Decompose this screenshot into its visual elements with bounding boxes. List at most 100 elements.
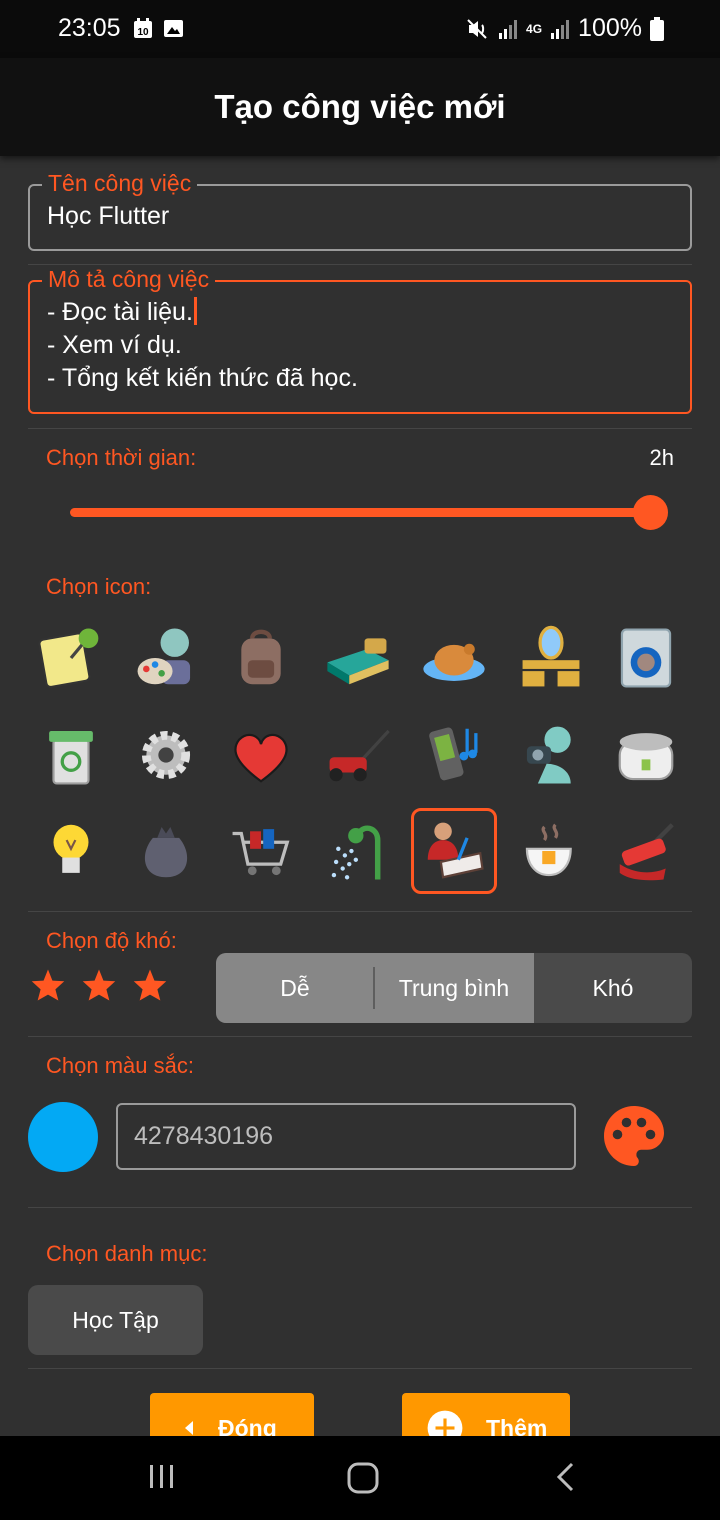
photographer-icon <box>526 726 571 784</box>
time-value: 2h <box>649 445 674 470</box>
difficulty-selector: Dễ Trung bình Khó <box>216 953 692 1023</box>
category-chip[interactable]: Học Tập <box>28 1285 203 1355</box>
mute-icon <box>467 18 487 39</box>
icon-option[interactable] <box>508 615 594 701</box>
reading-person-icon <box>427 822 484 879</box>
signal-icon-2 <box>551 19 570 39</box>
divider <box>28 1036 692 1037</box>
time-slider-thumb[interactable] <box>633 495 668 530</box>
add-circle-icon <box>427 1410 463 1436</box>
divider <box>28 264 692 265</box>
color-value-field[interactable]: 4278430196 <box>116 1103 576 1170</box>
backpack-icon <box>241 629 281 685</box>
heart-icon <box>234 733 288 783</box>
icon-option[interactable] <box>411 712 497 798</box>
icon-option[interactable] <box>508 808 594 894</box>
task-name-field[interactable]: Tên công việc Học Flutter <box>28 170 692 251</box>
difficulty-label: Chọn độ khó: <box>46 928 177 953</box>
close-label: Đóng <box>218 1414 277 1437</box>
difficulty-stars[interactable] <box>30 968 168 1002</box>
task-name-label: Tên công việc <box>42 170 198 197</box>
icon-option[interactable] <box>123 615 209 701</box>
icon-option[interactable] <box>315 615 401 701</box>
task-description-value: - Đọc tài liệu. - Xem ví dụ. - Tổng kết … <box>47 296 358 395</box>
add-button[interactable]: Thêm <box>402 1393 570 1436</box>
icon-option[interactable] <box>123 712 209 798</box>
coffee-cup-icon <box>525 823 572 877</box>
recent-apps-icon[interactable] <box>146 1460 178 1492</box>
icon-option[interactable] <box>28 615 114 701</box>
divider <box>28 428 692 429</box>
chevron-left-icon <box>185 1421 193 1435</box>
bed-icon <box>327 638 389 685</box>
close-button[interactable]: Đóng <box>150 1393 314 1436</box>
time-label: Chọn thời gian: <box>46 445 197 470</box>
sticky-note-pin-icon <box>38 628 99 689</box>
lawn-mower-icon <box>329 729 390 782</box>
palette-icon[interactable] <box>598 1100 670 1172</box>
status-right: 4G 100% <box>466 14 664 43</box>
icon-option[interactable] <box>508 712 594 798</box>
signal-icon <box>499 19 518 39</box>
vanity-mirror-icon <box>522 625 580 687</box>
roast-chicken-icon <box>423 643 485 681</box>
icon-option[interactable] <box>315 808 401 894</box>
icon-option[interactable] <box>218 615 304 701</box>
star-icon[interactable] <box>132 968 168 1002</box>
icon-option[interactable] <box>218 808 304 894</box>
artist-palette-icon <box>137 628 191 685</box>
form-content: Tên công việc Học Flutter Mô tả công việ… <box>0 156 720 1436</box>
description-line: - Đọc tài liệu. <box>47 296 358 329</box>
icon-option[interactable] <box>28 712 114 798</box>
segment-separator <box>373 967 375 1009</box>
icon-option[interactable] <box>411 808 497 894</box>
shower-icon <box>331 825 381 880</box>
star-icon[interactable] <box>30 968 66 1002</box>
icon-option[interactable] <box>603 712 689 798</box>
difficulty-easy[interactable]: Dễ <box>216 953 374 1023</box>
icon-option[interactable] <box>28 808 114 894</box>
icon-option[interactable] <box>123 808 209 894</box>
icon-option[interactable] <box>218 712 304 798</box>
add-label: Thêm <box>486 1414 548 1437</box>
difficulty-medium[interactable]: Trung bình <box>374 953 534 1023</box>
divider <box>28 1207 692 1208</box>
star-icon[interactable] <box>81 968 117 1002</box>
gear-icon <box>141 730 191 780</box>
time-slider-track[interactable] <box>70 508 652 517</box>
color-value: 4278430196 <box>134 1122 274 1150</box>
description-line: - Tổng kết kiến thức đã học. <box>47 364 358 392</box>
washing-machine-icon <box>620 628 672 688</box>
recycle-bin-icon <box>49 730 93 785</box>
light-bulb-icon <box>53 824 89 873</box>
rice-cooker-icon <box>618 733 674 781</box>
text-caret <box>193 297 197 325</box>
status-left-icons: 10 <box>133 18 184 39</box>
garbage-bag-icon <box>144 826 188 878</box>
app-bar: Tạo công việc mới <box>0 58 720 156</box>
icon-option[interactable] <box>411 615 497 701</box>
shopping-cart-icon <box>232 829 290 876</box>
icon-option[interactable] <box>603 615 689 701</box>
color-label: Chọn màu sắc: <box>46 1053 194 1078</box>
icon-option[interactable] <box>315 712 401 798</box>
page-title: Tạo công việc mới <box>214 88 506 125</box>
image-icon <box>164 20 183 37</box>
icon-picker-label: Chọn icon: <box>46 574 152 599</box>
network-type: 4G <box>526 21 543 36</box>
music-phone-icon <box>429 727 478 781</box>
icon-option[interactable] <box>603 808 689 894</box>
divider <box>28 1368 692 1369</box>
back-icon[interactable] <box>550 1460 580 1494</box>
category-label: Chọn danh mục: <box>46 1241 208 1266</box>
status-bar: 23:05 10 4G 100% <box>0 0 720 58</box>
battery-icon <box>650 16 664 41</box>
difficulty-hard[interactable]: Khó <box>534 953 692 1023</box>
color-swatch[interactable] <box>28 1102 98 1172</box>
task-description-label: Mô tả công việc <box>42 266 216 293</box>
home-icon[interactable] <box>345 1460 381 1496</box>
description-line: - Xem ví dụ. <box>47 331 182 359</box>
paint-roller-icon <box>619 823 674 881</box>
battery-percent: 100% <box>578 14 642 42</box>
task-description-field[interactable]: Mô tả công việc - Đọc tài liệu. - Xem ví… <box>28 266 692 414</box>
